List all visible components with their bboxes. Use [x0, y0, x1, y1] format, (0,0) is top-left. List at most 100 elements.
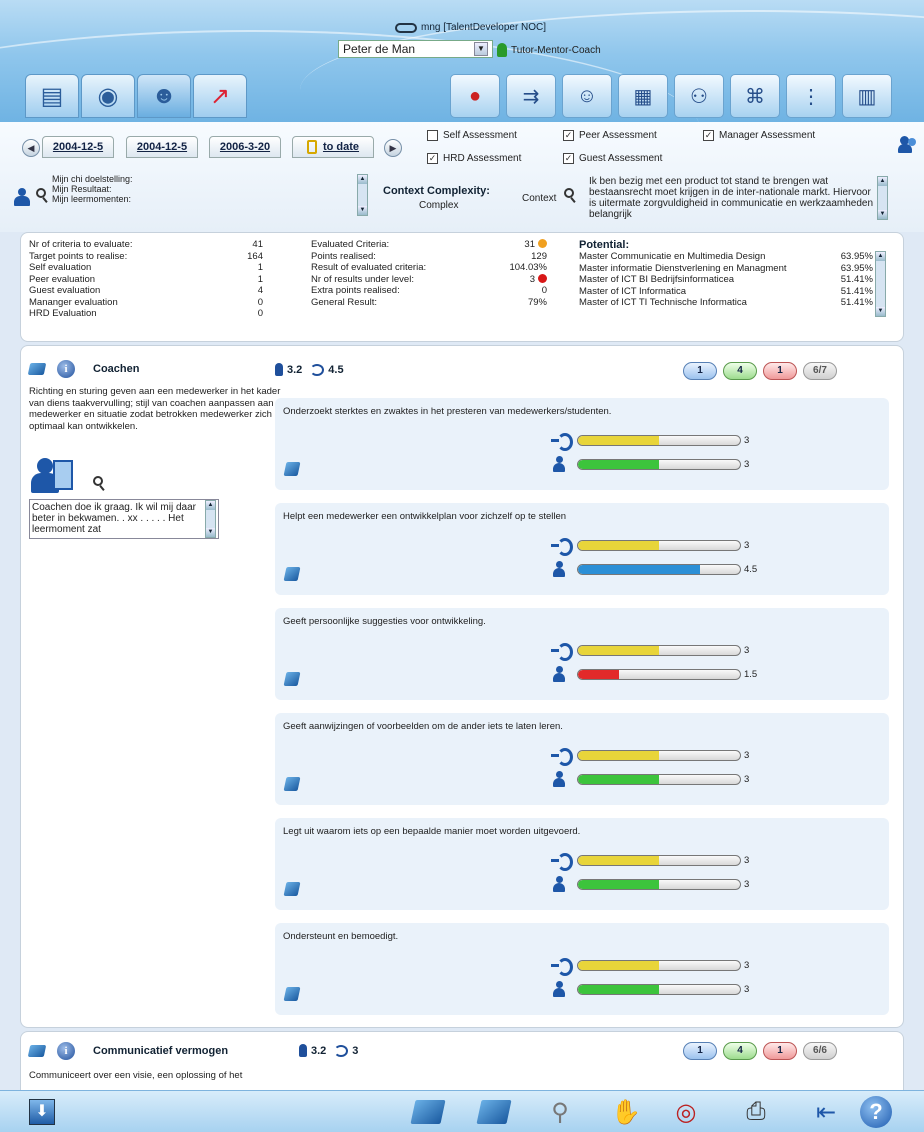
flow-icon[interactable]: ⇉: [506, 74, 556, 118]
assess-icon[interactable]: ☺: [562, 74, 612, 118]
person-icon: [299, 1044, 307, 1057]
date-tab-3[interactable]: 2006-3-20: [209, 136, 281, 158]
stat-label: Master Communicatie en Multimedia Design: [579, 251, 766, 262]
potential-scrollbar[interactable]: ▲ ▼: [875, 251, 886, 317]
prev-arrow-icon[interactable]: ◀: [22, 139, 40, 157]
stat-value: 0: [258, 308, 263, 320]
stat-row: Master of ICT Informatica 51.41%: [579, 286, 873, 298]
people-icon[interactable]: ☻: [137, 74, 191, 118]
count-pill-green[interactable]: 4: [723, 362, 757, 380]
ranking-icon[interactable]: ▥: [842, 74, 892, 118]
folder-icon[interactable]: [283, 882, 301, 896]
guest-assessment-checkbox[interactable]: ✓ Guest Assessment: [563, 153, 662, 164]
note-scrollbar[interactable]: ▲ ▼: [205, 500, 216, 538]
hrd-assessment-checkbox[interactable]: ✓ HRD Assessment: [427, 153, 521, 164]
group-icon[interactable]: ⚇: [674, 74, 724, 118]
next-arrow-icon[interactable]: ▶: [384, 139, 402, 157]
count-pill-blue[interactable]: 1: [683, 362, 717, 380]
ear-icon: [551, 957, 573, 976]
stat-label: Evaluated Criteria:: [311, 239, 390, 250]
criterion-title: Legt uit waarom iets op een bepaalde man…: [283, 826, 581, 837]
stat-label: HRD Evaluation: [29, 308, 97, 319]
search-icon[interactable]: [36, 188, 46, 198]
manager-assessment-checkbox[interactable]: ✓ Manager Assessment: [703, 130, 815, 141]
self-assessment-checkbox[interactable]: Self Assessment: [427, 130, 517, 141]
checkbox-peer[interactable]: ✓: [563, 130, 574, 141]
folder-open-icon[interactable]: [408, 1095, 448, 1129]
scroll-down-icon[interactable]: ▼: [876, 307, 885, 316]
folder-icon[interactable]: [283, 462, 301, 476]
competency-panel-2: i Communicatief vermogen 3.2 3 1 4 1 6/6…: [20, 1031, 904, 1091]
goals-block: Mijn chi doelstelling: Mijn Resultaat: M…: [12, 174, 372, 218]
scroll-down-icon[interactable]: ▼: [206, 528, 215, 537]
search-icon[interactable]: [564, 188, 574, 198]
goals-scrollbar[interactable]: ▲ ▼: [357, 174, 368, 216]
info-icon[interactable]: i: [57, 1042, 75, 1060]
ear-score-fill: [578, 435, 659, 445]
checkbox-hrd[interactable]: ✓: [427, 153, 438, 164]
person-score-bar: [577, 458, 741, 470]
folder-icon[interactable]: [283, 567, 301, 581]
context-scrollbar[interactable]: ▲ ▼: [877, 176, 888, 220]
thumbs-up-icon[interactable]: ✋: [606, 1095, 646, 1129]
person-icon: [551, 771, 569, 787]
hierarchy-icon[interactable]: ⋮: [786, 74, 836, 118]
stats-panel: Nr of criteria to evaluate: 41 Target poin…: [20, 232, 904, 342]
stats-middle: Evaluated Criteria: 31 Points realised: 129…: [311, 239, 547, 308]
people-icon[interactable]: [898, 136, 918, 154]
chevron-down-icon[interactable]: ▼: [474, 42, 488, 56]
radar-icon[interactable]: ◉: [81, 74, 135, 118]
scroll-up-icon[interactable]: ▲: [876, 252, 885, 261]
search-icon[interactable]: [93, 476, 103, 486]
help-icon[interactable]: ?: [856, 1095, 896, 1129]
ear-score-fill: [578, 645, 659, 655]
network-icon[interactable]: ⌘: [730, 74, 780, 118]
count-pill-blue[interactable]: 1: [683, 1042, 717, 1060]
count-pill-gray[interactable]: 6/6: [803, 1042, 837, 1060]
competency-note[interactable]: Coachen doe ik graag. Ik wil mij daar be…: [29, 499, 219, 539]
exit-icon[interactable]: ⇤: [806, 1095, 846, 1129]
stat-value: 1: [258, 262, 263, 274]
criterion-title: Geeft persoonlijke suggesties voor ontwi…: [283, 616, 486, 627]
count-pill-green[interactable]: 4: [723, 1042, 757, 1060]
scroll-up-icon[interactable]: ▲: [358, 175, 367, 184]
traffic-light-icon[interactable]: ●: [450, 74, 500, 118]
folder-icon[interactable]: [283, 777, 301, 791]
folder-icon[interactable]: [27, 1045, 47, 1057]
scroll-down-icon[interactable]: ▼: [358, 206, 367, 215]
printer-icon[interactable]: ⎙: [736, 1095, 776, 1129]
person-score-fill: [578, 879, 659, 889]
folder-icon[interactable]: [283, 672, 301, 686]
count-pill-red[interactable]: 1: [763, 362, 797, 380]
scroll-down-icon[interactable]: ▼: [878, 210, 887, 219]
scroll-up-icon[interactable]: ▲: [878, 177, 887, 186]
competency-pills: 1 4 1 6/7: [683, 362, 837, 380]
checkbox-self[interactable]: [427, 130, 438, 141]
person-select[interactable]: Peter de Man ▼: [338, 40, 493, 58]
info-icon[interactable]: i: [57, 360, 75, 378]
folder-icon[interactable]: [27, 363, 47, 375]
folder-icon[interactable]: [474, 1095, 514, 1129]
calendar-icon[interactable]: ▦: [618, 74, 668, 118]
date-tab-1[interactable]: 2004-12-5: [42, 136, 114, 158]
stat-row: Nr of results under level: 3: [311, 273, 547, 286]
count-pill-gray[interactable]: 6/7: [803, 362, 837, 380]
scroll-up-icon[interactable]: ▲: [206, 501, 215, 510]
checkbox-manager[interactable]: ✓: [703, 130, 714, 141]
chart-icon[interactable]: ↗: [193, 74, 247, 118]
guest-assessment-label: Guest Assessment: [579, 153, 663, 164]
to-date-tab[interactable]: to date: [292, 136, 374, 158]
lightbulb-icon[interactable]: ⚲: [540, 1095, 580, 1129]
download-icon[interactable]: ⬇: [22, 1095, 62, 1129]
checkbox-guest[interactable]: ✓: [563, 153, 574, 164]
count-pill-red[interactable]: 1: [763, 1042, 797, 1060]
report-icon[interactable]: ▤: [25, 74, 79, 118]
ear-score-fill: [578, 540, 659, 550]
date-tab-2[interactable]: 2004-12-5: [126, 136, 198, 158]
compass-icon[interactable]: ◎: [666, 1095, 706, 1129]
stat-value: 79%: [528, 297, 547, 309]
person-score-row: 3: [551, 981, 749, 997]
peer-assessment-checkbox[interactable]: ✓ Peer Assessment: [563, 130, 657, 141]
stat-value-text: 0: [257, 296, 263, 308]
folder-icon[interactable]: [283, 987, 301, 1001]
